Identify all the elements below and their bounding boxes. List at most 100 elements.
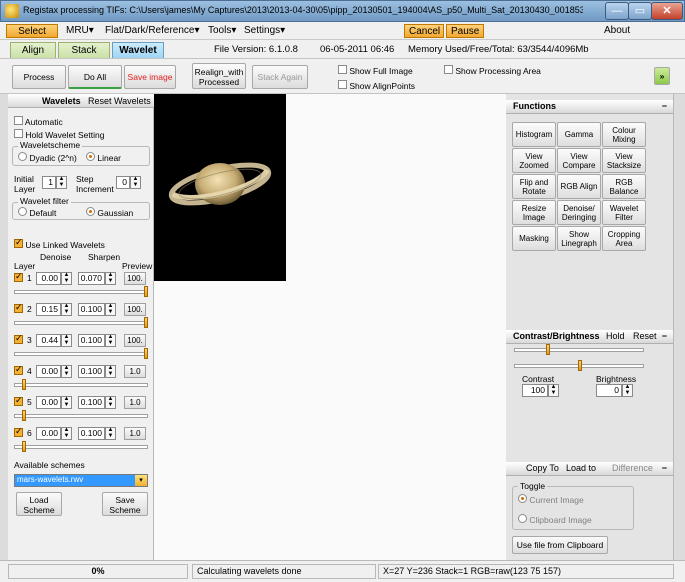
function-button-show-linegraph[interactable]: Show Linegraph [557, 226, 601, 251]
layer-denoise-input[interactable]: 0.44 [36, 334, 61, 347]
function-button-flip-and-rotate[interactable]: Flip and Rotate [512, 174, 556, 199]
layer-sharpen-spinner[interactable]: ▲ ▼ [105, 272, 116, 285]
layer-enable-checkbox[interactable] [14, 271, 23, 282]
contrast-hold-button[interactable]: Hold [606, 330, 625, 343]
load-scheme-button[interactable]: Load Scheme [16, 492, 62, 516]
brightness-input[interactable]: 0 [596, 384, 622, 397]
layer-slider-thumb[interactable] [144, 317, 148, 328]
layer-slider[interactable] [14, 445, 148, 449]
automatic-checkbox[interactable] [14, 116, 23, 125]
contrast-spinner[interactable]: ▲ ▼ [548, 384, 559, 397]
layer-denoise-spinner[interactable]: ▲ ▼ [61, 365, 72, 378]
contrast-slider-thumb[interactable] [546, 344, 550, 355]
gaussian-filter-option[interactable]: Gaussian [86, 207, 133, 218]
function-button-rgb-align[interactable]: RGB Align [557, 174, 601, 199]
layer-sharpen-input[interactable]: 0.070 [78, 272, 105, 285]
close-button[interactable]: ✕ [651, 2, 683, 20]
tab-wavelet[interactable]: Wavelet [112, 42, 164, 58]
layer-slider-thumb[interactable] [22, 441, 26, 452]
layer-slider[interactable] [14, 321, 148, 325]
dyadic-radio[interactable] [18, 152, 27, 161]
layer-enable-checkbox[interactable] [14, 395, 23, 406]
contrast-slider[interactable] [514, 348, 644, 352]
layer-slider-thumb[interactable] [144, 286, 148, 297]
layer-sharpen-input[interactable]: 0.100 [78, 365, 105, 378]
save-scheme-button[interactable]: Save Scheme [102, 492, 148, 516]
title-bar[interactable]: Registax processing TIFs: C:\Users\james… [0, 0, 685, 22]
reset-wavelets-button[interactable]: Reset Wavelets [88, 96, 151, 106]
menu-select[interactable]: Select [6, 24, 58, 38]
linear-option[interactable]: Linear [86, 152, 121, 163]
show-align-points-checkbox[interactable] [338, 80, 347, 89]
function-button-masking[interactable]: Masking [512, 226, 556, 251]
function-button-resize-image[interactable]: Resize Image [512, 200, 556, 225]
menu-mru[interactable]: MRU▾ [62, 24, 98, 38]
function-button-histogram[interactable]: Histogram [512, 122, 556, 147]
menu-about[interactable]: About [600, 24, 634, 38]
layer-sharpen-spinner[interactable]: ▲ ▼ [105, 303, 116, 316]
layer-denoise-spinner[interactable]: ▲ ▼ [61, 334, 72, 347]
tab-stack[interactable]: Stack [58, 42, 110, 58]
layer-denoise-input[interactable]: 0.00 [36, 365, 61, 378]
layer-slider[interactable] [14, 290, 148, 294]
maximize-button[interactable]: ▭ [628, 2, 652, 20]
layer-sharpen-spinner[interactable]: ▲ ▼ [105, 334, 116, 347]
layer-preview-button[interactable]: 100. [124, 272, 146, 285]
layer-denoise-input[interactable]: 0.00 [36, 396, 61, 409]
function-button-wavelet-filter[interactable]: Wavelet Filter [602, 200, 646, 225]
show-processing-area-checkbox[interactable] [444, 65, 453, 74]
use-linked-wavelets-checkbox[interactable] [14, 237, 23, 248]
do-all-button[interactable]: Do All [68, 65, 122, 89]
layer-sharpen-spinner[interactable]: ▲ ▼ [105, 427, 116, 440]
show-full-image-checkbox[interactable] [338, 65, 347, 74]
initial-layer-input[interactable]: 1 [42, 176, 56, 189]
layer-preview-button[interactable]: 1.0 [124, 365, 146, 378]
layer-slider[interactable] [14, 414, 148, 418]
function-button-view-zoomed[interactable]: View Zoomed [512, 148, 556, 173]
layer-preview-button[interactable]: 1.0 [124, 396, 146, 409]
layer-preview-button[interactable]: 100. [124, 334, 146, 347]
contrast-reset-button[interactable]: Reset [633, 330, 657, 343]
use-file-from-clipboard-button[interactable]: Use file from Clipboard [512, 536, 608, 554]
cancel-button[interactable]: Cancel [404, 24, 444, 38]
layer-sharpen-input[interactable]: 0.100 [78, 427, 105, 440]
function-button-gamma[interactable]: Gamma [557, 122, 601, 147]
layer-denoise-spinner[interactable]: ▲ ▼ [61, 396, 72, 409]
hold-wavelet-checkbox[interactable] [14, 129, 23, 138]
clipboard-image-radio[interactable] [518, 514, 527, 523]
layer-preview-button[interactable]: 100. [124, 303, 146, 316]
layer-denoise-input[interactable]: 0.00 [36, 272, 61, 285]
layer-denoise-input[interactable]: 0.15 [36, 303, 61, 316]
contrast-input[interactable]: 100 [522, 384, 548, 397]
automatic-option[interactable]: Automatic [14, 116, 63, 127]
default-filter-radio[interactable] [18, 207, 27, 216]
pause-button[interactable]: Pause [446, 24, 484, 38]
process-button[interactable]: Process [12, 65, 66, 89]
layer-preview-button[interactable]: 1.0 [124, 427, 146, 440]
show-full-image-option[interactable]: Show Full Image [338, 65, 413, 76]
step-increment-input[interactable]: 0 [116, 176, 130, 189]
menu-tools[interactable]: Tools▾ [204, 24, 240, 38]
copy-to-button[interactable]: Copy To [526, 462, 559, 475]
layer-enable-checkbox[interactable] [14, 302, 23, 313]
layer-slider-thumb[interactable] [144, 348, 148, 359]
expand-panel-button[interactable]: » [654, 67, 670, 85]
clipboard-image-option[interactable]: Clipboard Image [518, 514, 592, 525]
chevron-down-icon[interactable]: ▾ [135, 475, 147, 486]
layer-slider-thumb[interactable] [22, 379, 26, 390]
hold-wavelet-option[interactable]: Hold Wavelet Setting [14, 129, 104, 140]
brightness-slider-thumb[interactable] [578, 360, 582, 371]
function-button-view-stacksize[interactable]: View Stacksize [602, 148, 646, 173]
function-button-rgb-balance[interactable]: RGB Balance [602, 174, 646, 199]
load-to-button[interactable]: Load to [566, 462, 596, 475]
scheme-select[interactable]: mars-wavelets.rwv ▾ [14, 474, 148, 487]
minimize-button[interactable]: — [605, 2, 629, 20]
function-button-cropping-area[interactable]: Cropping Area [602, 226, 646, 251]
layer-sharpen-input[interactable]: 0.100 [78, 334, 105, 347]
layer-enable-checkbox[interactable] [14, 333, 23, 344]
image-area[interactable] [154, 94, 506, 560]
layer-sharpen-spinner[interactable]: ▲ ▼ [105, 365, 116, 378]
layer-slider[interactable] [14, 383, 148, 387]
use-linked-wavelets-option[interactable]: Use Linked Wavelets [14, 237, 105, 250]
function-button-colour-mixing[interactable]: Colour Mixing [602, 122, 646, 147]
